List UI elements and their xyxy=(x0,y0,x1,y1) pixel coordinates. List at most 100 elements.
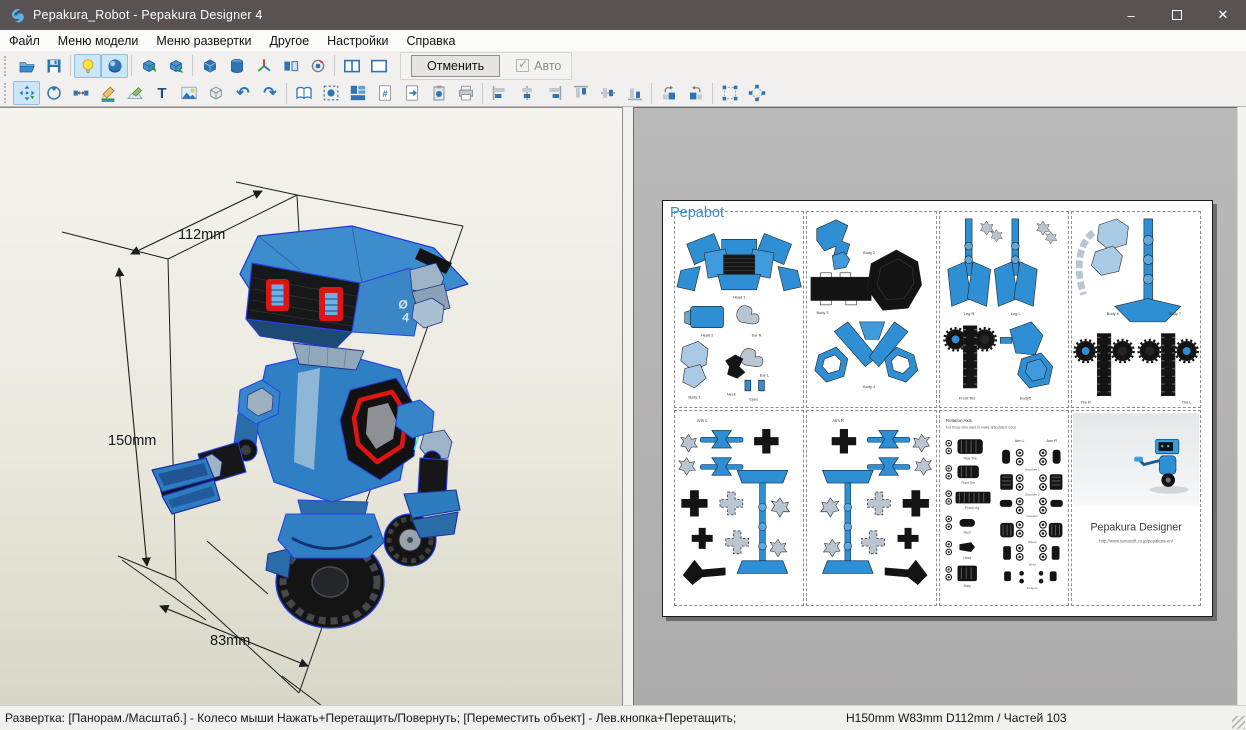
toolbar-separator xyxy=(482,83,483,104)
menu-bar: ФайлМеню моделиМеню разверткиДругоеНастр… xyxy=(0,30,1246,51)
align-bottom-button[interactable] xyxy=(621,81,648,105)
open-file-button[interactable] xyxy=(13,54,40,78)
svg-text:Rear Tire: Rear Tire xyxy=(963,456,976,460)
svg-text:Body 1: Body 1 xyxy=(688,395,700,400)
select-move-button[interactable] xyxy=(162,54,189,78)
pattern-page[interactable]: Pepabot xyxy=(662,200,1213,617)
page-number-button[interactable]: # xyxy=(371,81,398,105)
auto-checkbox-group[interactable]: Авто xyxy=(516,59,561,73)
pattern-cell-legs[interactable]: Leg R Leg L Front Tire Body5 xyxy=(939,211,1069,408)
insert-text-button[interactable]: T xyxy=(148,81,175,105)
align-left-button[interactable] xyxy=(486,81,513,105)
pattern-cell-arm-r[interactable]: Arm R xyxy=(806,410,936,607)
select-rotate-button[interactable] xyxy=(135,54,162,78)
pattern-cell-brand[interactable]: Pepakura Designer http://www.tamasoft.co… xyxy=(1071,410,1201,607)
close-button[interactable]: ✕ xyxy=(1200,0,1246,30)
open-book-button[interactable] xyxy=(290,81,317,105)
pattern-parts-legs[interactable]: Leg R Leg L Front Tire Body5 xyxy=(940,212,1068,407)
rotate-view-button[interactable] xyxy=(40,81,67,105)
robot-model[interactable]: Ø 4 xyxy=(152,226,468,628)
pane-splitter[interactable] xyxy=(624,107,633,705)
auto-layout-button[interactable] xyxy=(344,81,371,105)
menu-item-file[interactable]: Файл xyxy=(0,32,49,50)
pattern-cell-tires[interactable]: Body 6 Body 7 Tire R Tire L xyxy=(1071,211,1201,408)
part-3d-icon xyxy=(207,84,225,102)
full-view-icon xyxy=(370,57,388,75)
insert-image-button[interactable] xyxy=(175,81,202,105)
pan-view-button[interactable] xyxy=(13,81,40,105)
pattern-parts-arm-l[interactable]: Arm L xyxy=(675,411,803,606)
spread-parts-button[interactable] xyxy=(67,81,94,105)
model-3d-pane[interactable]: Ø 4 112mm 150mm 83mm xyxy=(0,107,623,705)
svg-text:Arm L: Arm L xyxy=(697,417,709,422)
part-3d-button[interactable] xyxy=(202,81,229,105)
pattern-cell-arm-l[interactable]: Arm L xyxy=(674,410,804,607)
svg-text:↷: ↷ xyxy=(263,85,277,102)
spin-rotate-button[interactable] xyxy=(304,54,331,78)
edge-color-button[interactable] xyxy=(94,81,121,105)
svg-text:Elbow: Elbow xyxy=(1028,540,1037,544)
toolbar-separator xyxy=(192,55,193,76)
status-bar: Развертка: [Панорам./Масштаб.] - Колесо … xyxy=(0,705,1246,730)
model-3d-canvas[interactable]: Ø 4 112mm 150mm 83mm xyxy=(0,108,622,705)
cancel-button[interactable]: Отменить xyxy=(411,55,500,77)
align-center-button[interactable] xyxy=(513,81,540,105)
brand-panel: Pepakura Designer http://www.tamasoft.co… xyxy=(1072,411,1200,606)
full-view-button[interactable] xyxy=(365,54,392,78)
toolbar-grip[interactable] xyxy=(4,83,9,103)
pattern-2d-pane[interactable]: Pepabot xyxy=(633,107,1237,705)
pattern-parts-rotation-axis[interactable]: Rotation Axis For those who want to make… xyxy=(940,411,1068,606)
pattern-cell-body-a[interactable]: Body 2 Body 3 Body 4 xyxy=(806,211,936,408)
vertical-scrollbar[interactable] xyxy=(1237,107,1246,705)
light-button[interactable] xyxy=(74,54,101,78)
svg-text:Head 1: Head 1 xyxy=(733,295,746,300)
maximize-button[interactable] xyxy=(1154,0,1200,30)
material-view-icon xyxy=(106,57,124,75)
pattern-parts-head[interactable]: Head 1 Head 2 Ear R Ear L Body 1 Neck Ey… xyxy=(675,212,803,407)
minimize-button[interactable]: – xyxy=(1108,0,1154,30)
pattern-parts-body-a[interactable]: Body 2 Body 3 Body 4 xyxy=(807,212,935,407)
svg-text:For those who want to make art: For those who want to make articulated r… xyxy=(945,425,1015,429)
auto-checkbox[interactable] xyxy=(516,59,529,72)
rotate-cw-button[interactable] xyxy=(682,81,709,105)
align-right-button[interactable] xyxy=(540,81,567,105)
coord-axis-button[interactable] xyxy=(250,54,277,78)
align-bottom-icon xyxy=(626,84,644,102)
menu-item-settings[interactable]: Настройки xyxy=(318,32,397,50)
material-view-button[interactable] xyxy=(101,54,128,78)
select-rotate-icon xyxy=(140,57,158,75)
mirror-button[interactable] xyxy=(277,54,304,78)
flap-edit-button[interactable] xyxy=(121,81,148,105)
solid-view-button[interactable] xyxy=(196,54,223,78)
align-top-button[interactable] xyxy=(567,81,594,105)
undo-button[interactable]: ↶ xyxy=(229,81,256,105)
brand-url: http://www.tamasoft.co.jp/pepakura-en/ xyxy=(1099,538,1174,543)
menu-item-help[interactable]: Справка xyxy=(397,32,464,50)
toolbar-grip[interactable] xyxy=(4,56,9,76)
pattern-cell-head[interactable]: Head 1 Head 2 Ear R Ear L Body 1 Neck Ey… xyxy=(674,211,804,408)
save-button[interactable] xyxy=(40,54,67,78)
split-view-button[interactable] xyxy=(338,54,365,78)
rotate-ccw-button[interactable] xyxy=(655,81,682,105)
resize-grip[interactable] xyxy=(1232,716,1245,729)
export-page-button[interactable] xyxy=(398,81,425,105)
pattern-parts-tires[interactable]: Body 6 Body 7 Tire R Tire L xyxy=(1072,212,1200,407)
maximize-icon xyxy=(1172,10,1182,20)
menu-item-model-menu[interactable]: Меню модели xyxy=(49,32,148,50)
redo-button[interactable]: ↷ xyxy=(256,81,283,105)
cylinder-select-button[interactable] xyxy=(223,54,250,78)
pattern-parts-arm-r[interactable]: Arm R xyxy=(807,411,935,606)
fit-selection-button[interactable] xyxy=(317,81,344,105)
menu-item-unfold-menu[interactable]: Меню развертки xyxy=(147,32,260,50)
command-frame: Отменить Авто xyxy=(400,52,572,80)
print-button[interactable] xyxy=(452,81,479,105)
pattern-cell-rotation-axis[interactable]: Rotation Axis For those who want to make… xyxy=(939,410,1069,607)
rotate-ccw-icon xyxy=(660,84,678,102)
capture-button[interactable] xyxy=(425,81,452,105)
group-corners-button[interactable] xyxy=(716,81,743,105)
svg-text:Body 3: Body 3 xyxy=(817,310,829,315)
export-page-icon xyxy=(403,84,421,102)
group-nodes-button[interactable] xyxy=(743,81,770,105)
menu-item-others[interactable]: Другое xyxy=(260,32,318,50)
align-middle-button[interactable] xyxy=(594,81,621,105)
